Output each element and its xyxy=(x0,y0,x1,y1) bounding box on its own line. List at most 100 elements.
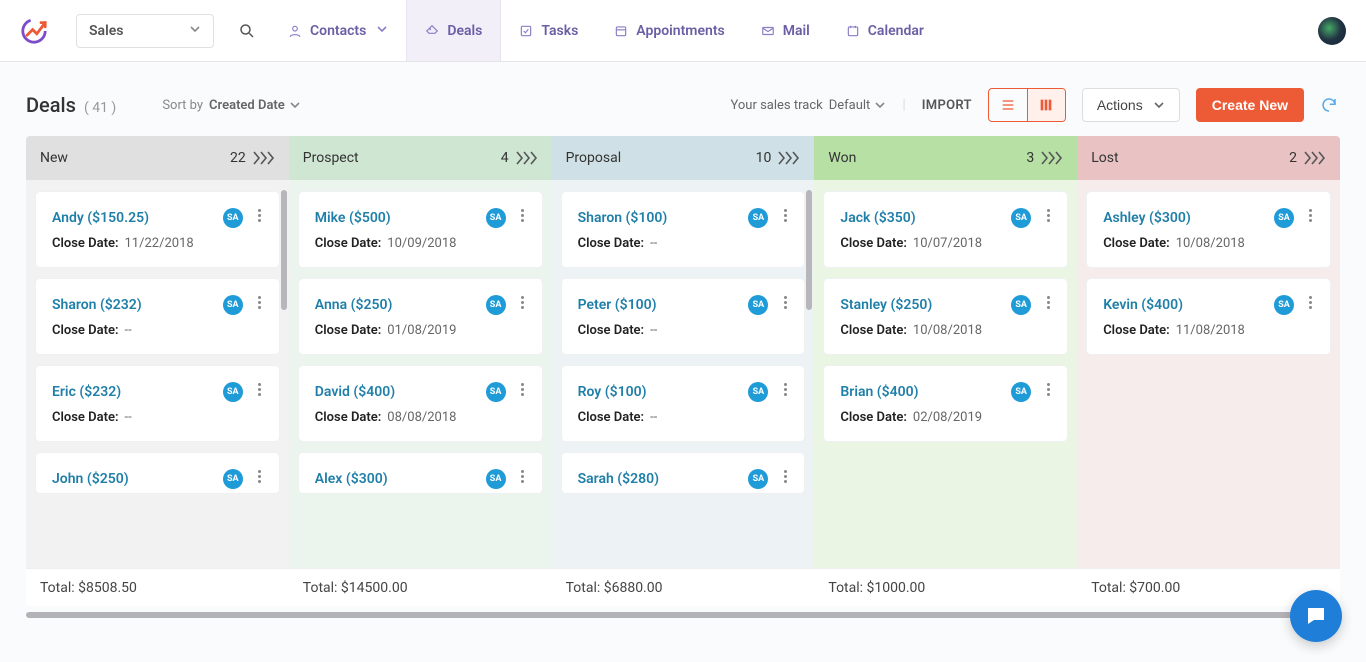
page-title-text: Deals xyxy=(26,93,76,117)
nav-mail[interactable]: Mail xyxy=(743,0,828,61)
deal-card[interactable]: Ashley ($300)Close Date:10/08/2018SA xyxy=(1087,192,1330,267)
deal-card[interactable]: Eric ($232)Close Date:--SA xyxy=(36,366,279,441)
column-count: 2 xyxy=(1289,150,1297,166)
deal-card[interactable]: Andy ($150.25)Close Date:11/22/2018SA xyxy=(36,192,279,267)
column-count: 3 xyxy=(1026,150,1034,166)
card-menu-button[interactable] xyxy=(1304,293,1318,311)
card-menu-button[interactable] xyxy=(253,467,267,485)
nav-appointments[interactable]: Appointments xyxy=(596,0,742,61)
column-total: Total: $8508.50 xyxy=(26,568,289,606)
owner-badge: SA xyxy=(486,469,506,489)
deal-card[interactable]: Anna ($250)Close Date:01/08/2019SA xyxy=(299,279,542,354)
column-expand-icon[interactable] xyxy=(517,151,538,165)
vertical-scrollbar[interactable] xyxy=(806,190,812,310)
owner-badge: SA xyxy=(1274,295,1294,315)
column-header: Lost 2 xyxy=(1077,136,1340,180)
deal-close-date: Close Date:01/08/2019 xyxy=(315,323,526,338)
column-name: Lost xyxy=(1091,150,1118,166)
import-link[interactable]: IMPORT xyxy=(922,98,972,113)
nav-mail-label: Mail xyxy=(783,23,810,39)
card-menu-button[interactable] xyxy=(778,380,792,398)
deal-card[interactable]: David ($400)Close Date:08/08/2018SA xyxy=(299,366,542,441)
search-button[interactable] xyxy=(228,0,270,61)
horizontal-scrollbar[interactable] xyxy=(26,612,1340,618)
deal-close-date: Close Date:10/07/2018 xyxy=(840,236,1051,251)
deal-card[interactable]: Kevin ($400)Close Date:11/08/2018SA xyxy=(1087,279,1330,354)
list-view-button[interactable] xyxy=(989,89,1027,121)
list-icon xyxy=(1000,97,1016,113)
column-body: Sharon ($100)Close Date:--SA Peter ($100)… xyxy=(552,180,815,568)
column-header: New22 xyxy=(26,136,289,180)
module-select[interactable]: Sales xyxy=(76,14,214,48)
card-menu-button[interactable] xyxy=(778,293,792,311)
sort-value[interactable]: Created Date xyxy=(209,98,301,113)
deal-close-date: Close Date:08/08/2018 xyxy=(315,410,526,425)
deal-close-date: Close Date:02/08/2019 xyxy=(840,410,1051,425)
column-expand-icon[interactable] xyxy=(779,151,800,165)
card-menu-button[interactable] xyxy=(1041,380,1055,398)
deal-close-date: Close Date:10/08/2018 xyxy=(1103,236,1314,251)
card-menu-button[interactable] xyxy=(253,206,267,224)
column-lost: Lost2Ashley ($300)Close Date:10/08/2018S… xyxy=(1077,136,1340,606)
card-menu-button[interactable] xyxy=(516,206,530,224)
nav-calendar-label: Calendar xyxy=(868,23,924,39)
card-menu-button[interactable] xyxy=(516,293,530,311)
deal-close-date: Close Date:10/09/2018 xyxy=(315,236,526,251)
column-new: New22Andy ($150.25)Close Date:11/22/2018… xyxy=(26,136,289,606)
actions-button[interactable]: Actions xyxy=(1082,88,1180,122)
chevron-down-icon xyxy=(289,99,301,111)
actions-label: Actions xyxy=(1097,97,1143,113)
deal-card[interactable]: John ($250)SA xyxy=(36,453,279,493)
deal-close-date: Close Date:-- xyxy=(52,323,263,338)
nav-tasks[interactable]: Tasks xyxy=(501,0,596,61)
column-expand-icon[interactable] xyxy=(254,151,275,165)
logo[interactable] xyxy=(20,0,62,61)
column-proposal: Proposal10 Sharon ($100)Close Date:--SA Pe… xyxy=(552,136,815,606)
sort-label: Sort by xyxy=(162,98,203,113)
user-avatar[interactable] xyxy=(1318,17,1346,45)
card-menu-button[interactable] xyxy=(1304,206,1318,224)
deal-card[interactable]: Sharon ($232)Close Date:--SA xyxy=(36,279,279,354)
deal-card[interactable]: Roy ($100)Close Date:--SA xyxy=(562,366,805,441)
column-header: Proposal10 xyxy=(552,136,815,180)
refresh-button[interactable] xyxy=(1320,95,1340,115)
card-menu-button[interactable] xyxy=(1041,293,1055,311)
card-menu-button[interactable] xyxy=(516,467,530,485)
chevron-down-icon xyxy=(189,23,201,39)
column-body: Andy ($150.25)Close Date:11/22/2018SA Sha… xyxy=(26,180,289,568)
board-view-button[interactable] xyxy=(1027,89,1065,121)
column-expand-icon[interactable] xyxy=(1042,151,1063,165)
deal-card[interactable]: Peter ($100)Close Date:--SA xyxy=(562,279,805,354)
deal-card[interactable]: Stanley ($250)Close Date:10/08/2018SA xyxy=(824,279,1067,354)
column-won: Won3Jack ($350)Close Date:10/07/2018SASt… xyxy=(814,136,1077,606)
card-menu-button[interactable] xyxy=(516,380,530,398)
column-total: Total: $1000.00 xyxy=(814,568,1077,606)
vertical-scrollbar[interactable] xyxy=(281,190,287,310)
deal-card[interactable]: Sharon ($100)Close Date:--SA xyxy=(562,192,805,267)
create-new-button[interactable]: Create New xyxy=(1196,88,1304,122)
nav-contacts[interactable]: Contacts xyxy=(270,0,406,61)
owner-badge: SA xyxy=(1274,208,1294,228)
card-menu-button[interactable] xyxy=(778,206,792,224)
owner-badge: SA xyxy=(486,295,506,315)
deal-card[interactable]: Brian ($400)Close Date:02/08/2019SA xyxy=(824,366,1067,441)
divider: | xyxy=(902,97,905,113)
deals-board: New22Andy ($150.25)Close Date:11/22/2018… xyxy=(26,136,1340,606)
chat-widget[interactable] xyxy=(1290,590,1342,642)
deal-card[interactable]: Alex ($300)SA xyxy=(299,453,542,493)
deal-card[interactable]: Mike ($500)Close Date:10/09/2018SA xyxy=(299,192,542,267)
deal-close-date: Close Date:10/08/2018 xyxy=(840,323,1051,338)
nav-calendar[interactable]: Calendar xyxy=(828,0,942,61)
card-menu-button[interactable] xyxy=(253,293,267,311)
card-menu-button[interactable] xyxy=(1041,206,1055,224)
column-expand-icon[interactable] xyxy=(1305,151,1326,165)
nav-appointments-label: Appointments xyxy=(636,23,724,39)
track-value[interactable]: Default xyxy=(829,98,887,113)
card-menu-button[interactable] xyxy=(253,380,267,398)
card-menu-button[interactable] xyxy=(778,467,792,485)
deal-card[interactable]: Jack ($350)Close Date:10/07/2018SA xyxy=(824,192,1067,267)
nav-deals[interactable]: Deals xyxy=(406,0,501,61)
deal-card[interactable]: Sarah ($280)SA xyxy=(562,453,805,493)
owner-badge: SA xyxy=(223,382,243,402)
column-count: 22 xyxy=(230,150,246,166)
